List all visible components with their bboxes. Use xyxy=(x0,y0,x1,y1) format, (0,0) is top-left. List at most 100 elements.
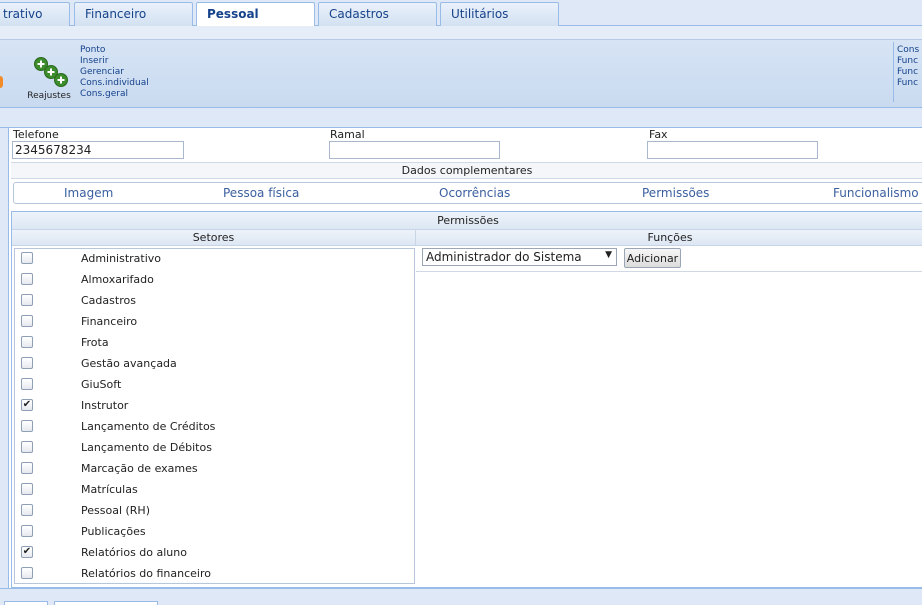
setor-label: Marcação de exames xyxy=(81,462,198,475)
funcoes-header: Funções xyxy=(416,230,922,246)
subtab-funcionalismo[interactable]: Funcionalismo xyxy=(833,186,919,200)
setor-checkbox[interactable] xyxy=(21,420,33,432)
setor-row: Almoxarifado xyxy=(15,270,414,291)
setor-label: Cadastros xyxy=(81,294,136,307)
setor-label: Financeiro xyxy=(81,315,138,328)
setores-list: Administrativo Almoxarifado Cadastros Finan… xyxy=(14,248,415,584)
setor-row: Pessoal (RH) xyxy=(15,501,414,522)
setor-checkbox[interactable] xyxy=(21,252,33,264)
funcao-select[interactable]: Administrador do Sistema ▼ xyxy=(422,248,617,266)
setor-row: Marcação de exames xyxy=(15,459,414,480)
subtab-ocorrencias[interactable]: Ocorrências xyxy=(439,186,510,200)
setor-row: Lançamento de Débitos xyxy=(15,438,414,459)
bottom-bar xyxy=(0,588,922,605)
subtab-bar: Imagem Pessoa física Ocorrências Permiss… xyxy=(13,182,922,204)
setor-checkbox[interactable] xyxy=(21,315,33,327)
telefone-label: Telefone xyxy=(13,128,59,141)
form-content: Telefone Ramal Fax Dados complementares … xyxy=(8,128,922,588)
setores-header: Setores xyxy=(12,230,416,246)
setor-row: Matrículas xyxy=(15,480,414,501)
setor-row: Publicações xyxy=(15,522,414,543)
link-ponto[interactable]: Ponto xyxy=(80,45,149,56)
setor-checkbox[interactable] xyxy=(21,483,33,495)
link-gerenciar[interactable]: Gerenciar xyxy=(80,67,149,78)
setor-row: Cadastros xyxy=(15,291,414,312)
dropdown-arrow-icon: ▼ xyxy=(605,250,612,260)
adicionar-button[interactable]: Adicionar xyxy=(624,248,681,268)
ribbon-right-link-group: Cons Func Func Func xyxy=(897,45,919,89)
right-link-func-3[interactable]: Func xyxy=(897,78,919,89)
tab-administrativo[interactable]: trativo xyxy=(0,2,70,26)
setor-row: Lançamento de Créditos xyxy=(15,417,414,438)
setor-row: Gestão avançada xyxy=(15,354,414,375)
setor-checkbox[interactable] xyxy=(21,525,33,537)
ribbon-header-strip xyxy=(0,26,922,40)
setor-label: Lançamento de Créditos xyxy=(81,420,216,433)
right-link-func-2[interactable]: Func xyxy=(897,67,919,78)
bottom-button-2[interactable] xyxy=(54,601,158,605)
tab-cadastros[interactable]: Cadastros xyxy=(318,2,437,26)
link-cons-geral[interactable]: Cons.geral xyxy=(80,89,149,100)
right-link-func-1[interactable]: Func xyxy=(897,56,919,67)
setor-label: Instrutor xyxy=(81,399,129,412)
setor-checkbox[interactable] xyxy=(21,441,33,453)
reajustes-button[interactable]: Reajustes xyxy=(22,54,76,101)
setor-checkbox[interactable] xyxy=(21,378,33,390)
dados-complementares-header: Dados complementares xyxy=(11,162,922,179)
telefone-field[interactable] xyxy=(12,141,184,159)
permissoes-panel: Permissões Setores Funções Administrativ… xyxy=(11,211,922,588)
link-cons-individual[interactable]: Cons.individual xyxy=(80,78,149,89)
setor-label: Lançamento de Débitos xyxy=(81,441,212,454)
tab-utilitarios[interactable]: Utilitários xyxy=(440,2,559,26)
setor-label: Gestão avançada xyxy=(81,357,177,370)
funcoes-divider xyxy=(416,271,922,272)
permissoes-title: Permissões xyxy=(12,212,922,230)
setor-checkbox[interactable] xyxy=(21,462,33,474)
setor-label: Administrativo xyxy=(81,252,162,265)
main-tab-bar: trativo Financeiro Pessoal Cadastros Uti… xyxy=(0,0,922,27)
window-header-strip xyxy=(0,108,922,128)
setor-checkbox[interactable] xyxy=(21,504,33,516)
setor-label: GiuSoft xyxy=(81,378,122,391)
setor-checkbox[interactable] xyxy=(21,273,33,285)
ribbon-link-group: Ponto Inserir Gerenciar Cons.individual … xyxy=(80,45,149,100)
subtab-pessoa-fisica[interactable]: Pessoa física xyxy=(223,186,299,200)
setor-checkbox[interactable] xyxy=(21,567,33,579)
setor-label: Publicações xyxy=(81,525,146,538)
setor-label: Relatórios do aluno xyxy=(81,546,187,559)
link-inserir[interactable]: Inserir xyxy=(80,56,149,67)
setor-checkbox[interactable] xyxy=(21,357,33,369)
setor-label: Matrículas xyxy=(81,483,138,496)
setor-label: Almoxarifado xyxy=(81,273,154,286)
setor-label: Pessoal (RH) xyxy=(81,504,150,517)
bottom-button-1[interactable] xyxy=(4,601,48,605)
tab-pessoal[interactable]: Pessoal xyxy=(196,2,315,27)
check-icon: ✔ xyxy=(22,399,32,410)
setor-row: Relatórios do financeiro xyxy=(15,564,414,585)
fax-field[interactable] xyxy=(647,141,818,159)
setor-checkbox[interactable]: ✔ xyxy=(21,546,33,558)
ribbon-toolbar: Reajustes Ponto Inserir Gerenciar Cons.i… xyxy=(0,26,922,108)
right-link-cons[interactable]: Cons xyxy=(897,45,919,56)
setor-row: GiuSoft xyxy=(15,375,414,396)
ramal-field[interactable] xyxy=(329,141,500,159)
tab-financeiro[interactable]: Financeiro xyxy=(74,2,193,26)
subtab-imagem[interactable]: Imagem xyxy=(64,186,113,200)
setor-label: Relatórios do financeiro xyxy=(81,567,211,580)
setor-row: Financeiro xyxy=(15,312,414,333)
setor-checkbox[interactable] xyxy=(21,336,33,348)
funcoes-area: Administrador do Sistema ▼ Adicionar xyxy=(416,246,922,589)
green-plus-cluster-icon xyxy=(34,57,68,87)
ribbon-separator xyxy=(893,42,894,102)
setor-checkbox[interactable] xyxy=(21,294,33,306)
setor-row: ✔ Instrutor xyxy=(15,396,414,417)
fax-label: Fax xyxy=(649,128,668,141)
reajustes-label: Reajustes xyxy=(27,91,71,101)
setor-row: ✔ Relatórios do aluno xyxy=(15,543,414,564)
setor-row: Administrativo xyxy=(15,249,414,270)
setor-label: Frota xyxy=(81,336,109,349)
subtab-permissoes[interactable]: Permissões xyxy=(642,186,709,200)
setor-row: Frota xyxy=(15,333,414,354)
setor-checkbox[interactable]: ✔ xyxy=(21,399,33,411)
orange-tool-icon[interactable] xyxy=(0,76,3,88)
